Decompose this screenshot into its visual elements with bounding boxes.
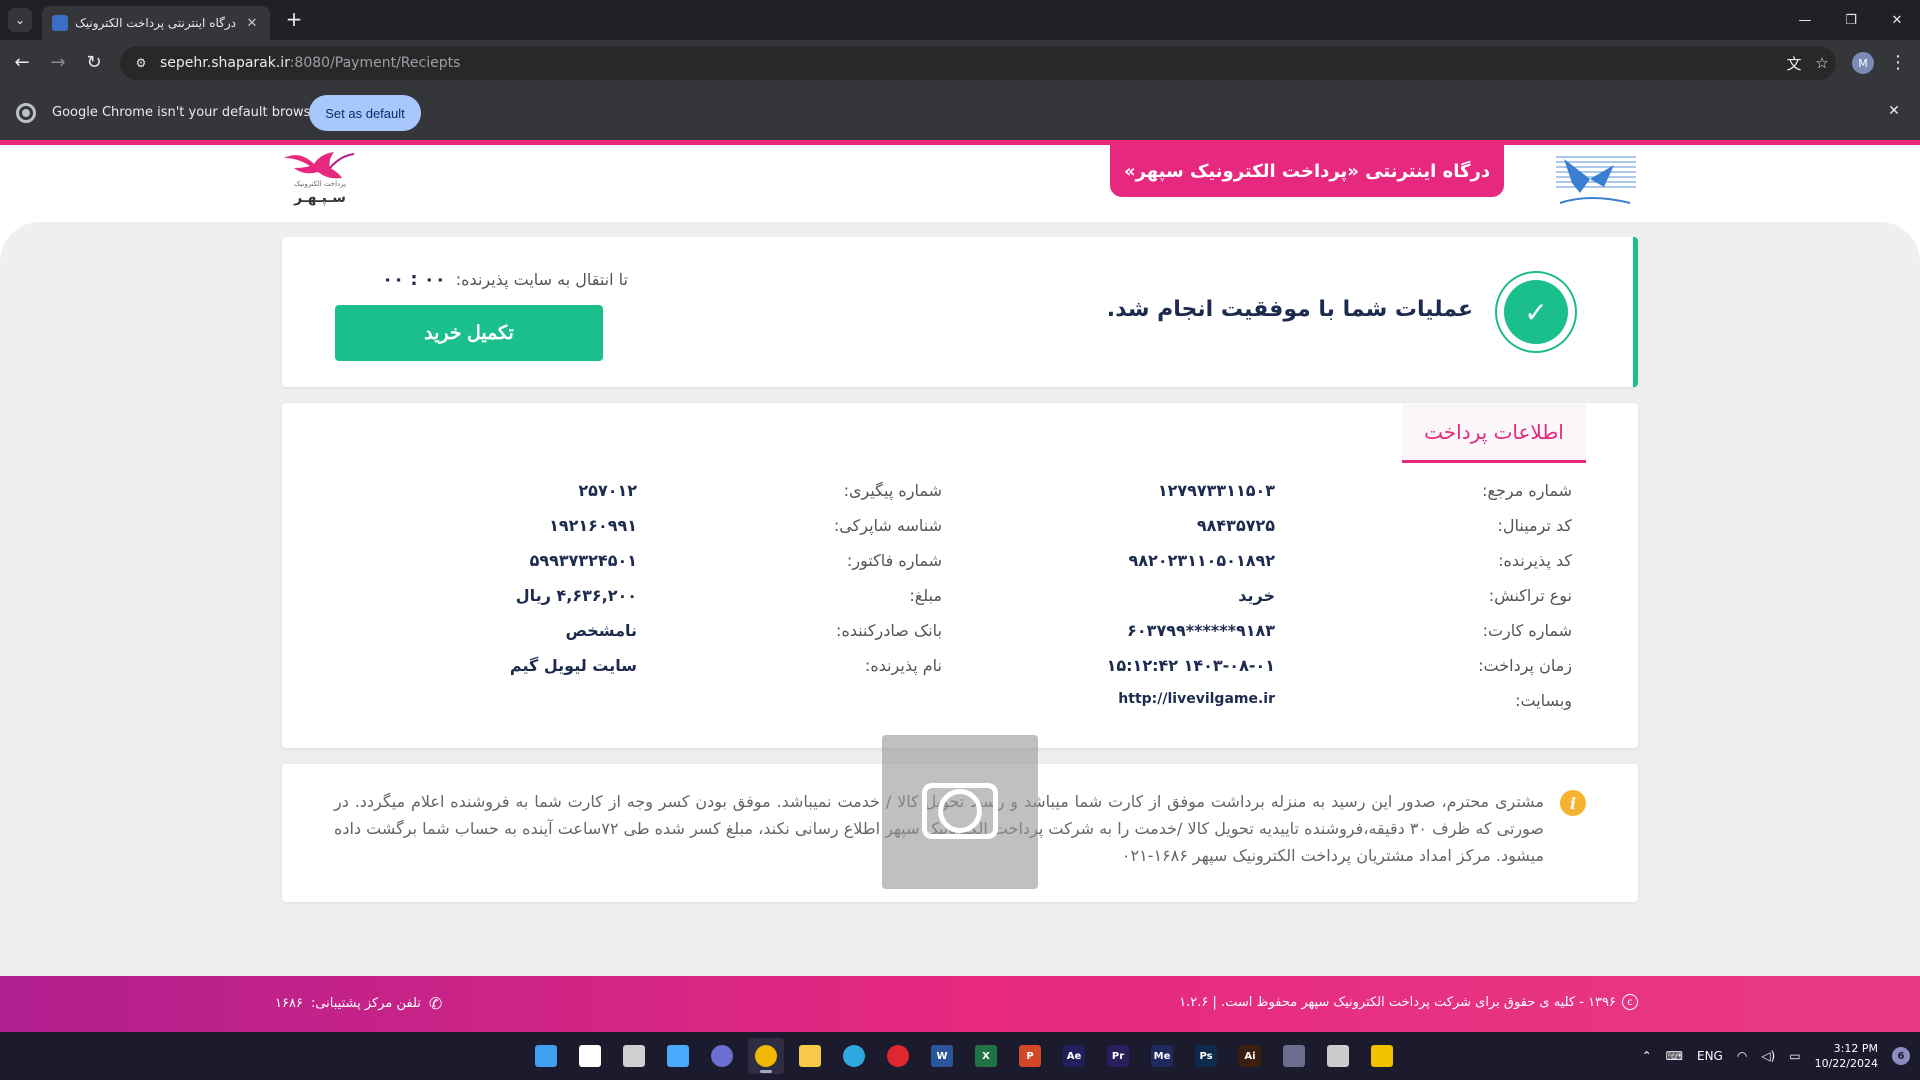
tray-chevron-icon[interactable]: ⌃ — [1642, 1049, 1652, 1063]
system-tray: ⌃ ⌨ ENG ◠ ◁) ▭ 3:12 PM 10/22/2024 6 — [1642, 1032, 1910, 1080]
taskbar-powerpoint-icon[interactable]: P — [1012, 1038, 1048, 1074]
illustrator-glyph: Ai — [1239, 1045, 1261, 1067]
edge-glyph — [843, 1045, 865, 1067]
minimize-icon[interactable]: — — [1782, 0, 1828, 40]
tab-close-icon[interactable]: ✕ — [244, 16, 260, 31]
tab-strip: ⌄ درگاه اینترنتی پرداخت الکترونیک سپهر ✕… — [0, 0, 1920, 40]
sepehr-logo-subtitle: پرداخت الکترونیک — [294, 180, 346, 188]
set-as-default-button[interactable]: Set as default — [309, 95, 421, 131]
taskbar-illustrator-icon[interactable]: Ai — [1232, 1038, 1268, 1074]
taskbar-vpn-icon[interactable] — [1276, 1038, 1312, 1074]
bookmark-star-icon[interactable]: ☆ — [1808, 54, 1836, 72]
after-effects-glyph: Ae — [1063, 1045, 1085, 1067]
sepehr-logo-name: سـپـهـر — [294, 190, 346, 206]
web-page: درگاه اینترنتی «پرداخت الکترونیک سپهر» پ… — [0, 140, 1920, 1032]
bank-logo-icon — [1550, 153, 1638, 211]
browser-toolbar: ← → ↻ ⚙ sepehr.shaparak.ir:8080/Payment/… — [0, 40, 1920, 86]
taskbar-clock[interactable]: 3:12 PM 10/22/2024 — [1815, 1041, 1878, 1071]
taskbar-premiere-icon[interactable]: Pr — [1100, 1038, 1136, 1074]
more-menu-icon[interactable]: ⋮ — [1886, 51, 1910, 75]
tab-title: درگاه اینترنتی پرداخت الکترونیک سپهر — [76, 16, 236, 30]
url-path: :8080/Payment/Reciepts — [289, 55, 461, 71]
wifi-icon[interactable]: ◠ — [1737, 1049, 1747, 1063]
volume-icon[interactable]: ◁) — [1761, 1049, 1775, 1063]
taskbar-edge-icon[interactable] — [836, 1038, 872, 1074]
ttv-glyph — [1371, 1045, 1393, 1067]
site-info-icon[interactable]: ⚙ — [132, 54, 150, 72]
clock-date: 10/22/2024 — [1814, 1057, 1878, 1070]
new-tab-plus-icon[interactable]: + — [282, 8, 306, 32]
sepehr-logo: پرداخت الکترونیک سـپـهـر — [280, 150, 360, 218]
windows-taskbar: W X P Ae Pr Me Ps Ai ⌃ ⌨ ENG ◠ ◁) ▭ 3:12 PM 10/… — [0, 1032, 1920, 1080]
taskbar-widgets-icon[interactable] — [660, 1038, 696, 1074]
vpn-glyph — [1283, 1045, 1305, 1067]
premiere-glyph: Pr — [1107, 1045, 1129, 1067]
window-controls: — ❐ ✕ — [1782, 0, 1920, 40]
taskbar-file-explorer-icon[interactable] — [792, 1038, 828, 1074]
back-arrow-icon[interactable]: ← — [10, 51, 34, 75]
taskbar-start-icon[interactable] — [528, 1038, 564, 1074]
taskbar-chrome-icon[interactable] — [748, 1038, 784, 1074]
page-title: درگاه اینترنتی «پرداخت الکترونیک سپهر» — [1110, 145, 1504, 197]
taskbar-teams-icon[interactable] — [704, 1038, 740, 1074]
close-window-icon[interactable]: ✕ — [1874, 0, 1920, 40]
taskbar-media-encoder-icon[interactable]: Me — [1144, 1038, 1180, 1074]
translate-icon[interactable]: 文 — [1780, 53, 1808, 74]
tab-search-chevron-icon[interactable]: ⌄ — [8, 8, 32, 32]
taskbar-photoshop-icon[interactable]: Ps — [1188, 1038, 1224, 1074]
complete-purchase-button[interactable]: تکمیل خرید — [335, 305, 603, 361]
address-bar[interactable]: ⚙ sepehr.shaparak.ir:8080/Payment/Reciep… — [120, 46, 1836, 80]
taskbar-apps: W X P Ae Pr Me Ps Ai — [528, 1038, 1400, 1074]
infobar-message: Google Chrome isn't your default browser — [52, 105, 324, 120]
task-view-glyph — [623, 1045, 645, 1067]
forward-arrow-icon[interactable]: → — [46, 51, 70, 75]
page-header: درگاه اینترنتی «پرداخت الکترونیک سپهر» پ… — [0, 145, 1920, 220]
excel-glyph: X — [975, 1045, 997, 1067]
taskbar-speedometer-icon[interactable] — [1320, 1038, 1356, 1074]
language-indicator[interactable]: ENG — [1697, 1049, 1723, 1063]
reload-icon[interactable]: ↻ — [82, 51, 106, 75]
taskbar-word-icon[interactable]: W — [924, 1038, 960, 1074]
notification-badge[interactable]: 6 — [1892, 1047, 1910, 1065]
start-glyph — [535, 1045, 557, 1067]
taskbar-opera-icon[interactable] — [880, 1038, 916, 1074]
profile-avatar[interactable]: M — [1852, 52, 1874, 74]
browser-tab[interactable]: درگاه اینترنتی پرداخت الکترونیک سپهر ✕ — [42, 6, 270, 40]
tab-favicon-icon — [52, 15, 68, 31]
clock-time: 3:12 PM — [1833, 1042, 1878, 1055]
chrome-logo-icon — [16, 103, 36, 123]
url-host: sepehr.shaparak.ir — [160, 55, 290, 71]
url-text[interactable]: sepehr.shaparak.ir:8080/Payment/Reciepts — [160, 55, 1780, 71]
opera-glyph — [887, 1045, 909, 1067]
taskbar-excel-icon[interactable]: X — [968, 1038, 1004, 1074]
media-encoder-glyph: Me — [1151, 1045, 1173, 1067]
taskbar-ttv-icon[interactable] — [1364, 1038, 1400, 1074]
infobar-close-icon[interactable]: ✕ — [1884, 103, 1904, 123]
taskbar-after-effects-icon[interactable]: Ae — [1056, 1038, 1092, 1074]
widgets-glyph — [667, 1045, 689, 1067]
chrome-glyph — [755, 1045, 777, 1067]
speedometer-glyph — [1327, 1045, 1349, 1067]
keyboard-icon[interactable]: ⌨ — [1666, 1049, 1683, 1063]
photoshop-glyph: Ps — [1195, 1045, 1217, 1067]
teams-glyph — [711, 1045, 733, 1067]
taskbar-search-icon[interactable] — [572, 1038, 608, 1074]
search-glyph — [579, 1045, 601, 1067]
taskbar-task-view-icon[interactable] — [616, 1038, 652, 1074]
file-explorer-glyph — [799, 1045, 821, 1067]
default-browser-infobar: Google Chrome isn't your default browser… — [0, 86, 1920, 140]
battery-icon[interactable]: ▭ — [1789, 1049, 1800, 1063]
sepehr-bird-icon — [284, 152, 355, 179]
restore-icon[interactable]: ❐ — [1828, 0, 1874, 40]
word-glyph: W — [931, 1045, 953, 1067]
powerpoint-glyph: P — [1019, 1045, 1041, 1067]
